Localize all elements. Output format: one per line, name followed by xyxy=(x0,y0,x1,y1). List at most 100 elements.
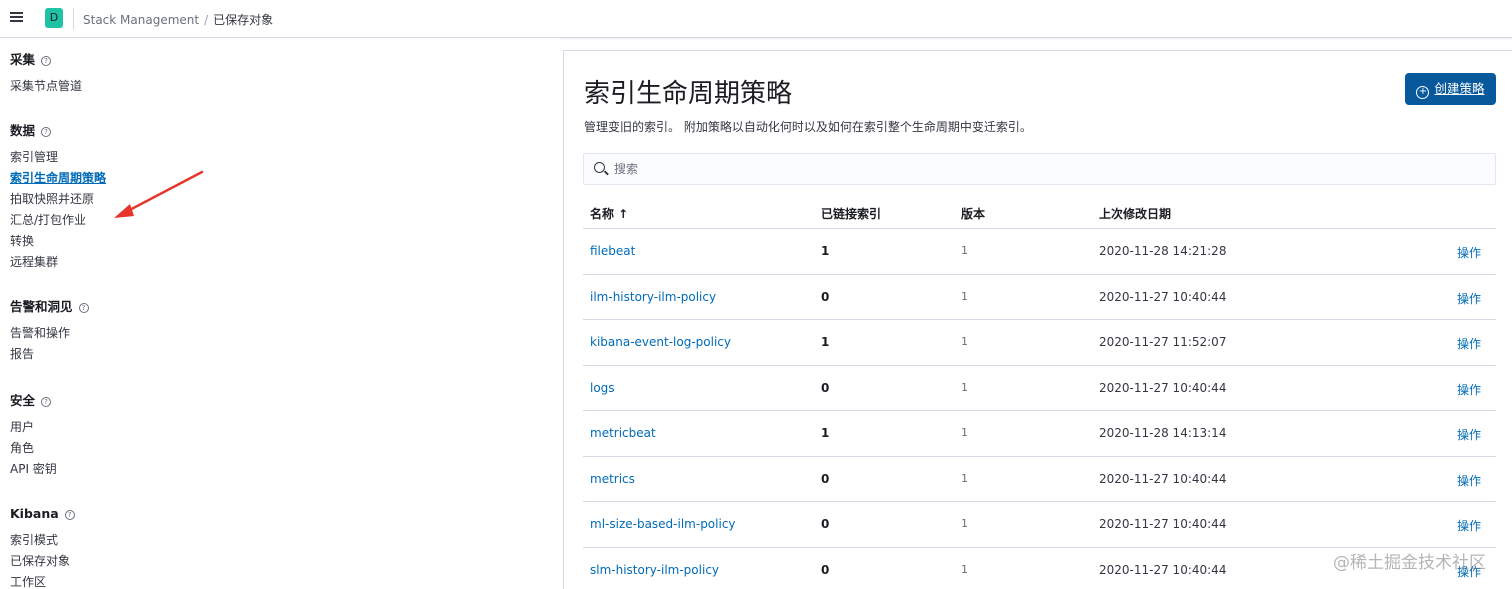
policy-name-link[interactable]: metrics xyxy=(590,472,635,486)
create-policy-button[interactable]: + 创建策略 xyxy=(1405,73,1496,105)
modified-date: 2020-11-27 10:40:44 xyxy=(1099,471,1227,486)
help-icon[interactable]: ? xyxy=(41,397,52,407)
breadcrumb-stack-management[interactable]: Stack Management xyxy=(83,13,199,27)
modified-date: 2020-11-28 14:21:28 xyxy=(1099,244,1227,258)
sidebar-item-index-management[interactable]: 索引管理 xyxy=(10,147,106,168)
nav-group-title: Kibana? xyxy=(10,504,75,524)
main-panel: 索引生命周期策略 管理变旧的索引。 附加策略以自动化何时以及如何在索引整个生命周… xyxy=(563,50,1512,589)
modified-date: 2020-11-27 10:40:44 xyxy=(1099,289,1227,304)
policy-name-link[interactable]: ml-size-based-ilm-policy xyxy=(590,517,736,531)
nav-group-data: 数据? 索引管理 索引生命周期策略 拍取快照并还原 汇总/打包作业 转换 远程集… xyxy=(10,121,106,273)
policy-name-link[interactable]: logs xyxy=(590,381,615,395)
help-icon[interactable]: ? xyxy=(41,56,52,66)
help-icon[interactable]: ? xyxy=(41,127,52,137)
table-row: ml-size-based-ilm-policy 0 1 2020-11-27 10:… xyxy=(583,502,1496,548)
actions-button[interactable]: 操作 xyxy=(1457,472,1481,489)
sidebar-item-reporting[interactable]: 报告 xyxy=(10,344,89,365)
nav-group-alerts: 告警和洞见? 告警和操作 报告 xyxy=(10,297,89,365)
policy-name-link[interactable]: ilm-history-ilm-policy xyxy=(590,290,716,304)
sidebar-item-alerts-actions[interactable]: 告警和操作 xyxy=(10,323,89,344)
plus-circle-icon: + xyxy=(1416,86,1430,99)
top-header: D Stack Management / 已保存对象 xyxy=(0,0,1512,38)
table-header: 名称 ↑ 已链接索引 版本 上次修改日期 xyxy=(583,199,1496,229)
side-nav: 采集? 采集节点管道 数据? 索引管理 索引生命周期策略 拍取快照并还原 汇总/… xyxy=(0,38,560,589)
breadcrumb-separator: / xyxy=(204,13,209,27)
linked-indices-count: 0 xyxy=(821,471,830,486)
nav-group-title: 数据? xyxy=(10,121,106,141)
actions-button[interactable]: 操作 xyxy=(1457,290,1481,307)
policy-name-link[interactable]: slm-history-ilm-policy xyxy=(590,563,719,577)
linked-indices-count: 0 xyxy=(821,380,830,395)
table-row: metrics 0 1 2020-11-27 10:40:44 操作 xyxy=(583,457,1496,502)
sidebar-item-ilm-policies[interactable]: 索引生命周期策略 xyxy=(10,168,106,189)
modified-date: 2020-11-27 10:40:44 xyxy=(1099,380,1227,395)
sidebar-item-spaces[interactable]: 工作区 xyxy=(10,572,75,589)
modified-date: 2020-11-27 10:40:44 xyxy=(1099,517,1227,531)
column-name-header[interactable]: 名称 ↑ xyxy=(590,205,628,222)
nav-group-kibana: Kibana? 索引模式 已保存对象 工作区 xyxy=(10,504,75,589)
breadcrumb-current: 已保存对象 xyxy=(213,13,274,27)
header-divider xyxy=(73,8,74,30)
nav-group-title: 安全? xyxy=(10,391,57,411)
linked-indices-count: 1 xyxy=(821,244,830,258)
sidebar-item-roles[interactable]: 角色 xyxy=(10,438,57,459)
policy-name-link[interactable]: filebeat xyxy=(590,244,635,258)
table-row: filebeat 1 1 2020-11-28 14:21:28 操作 xyxy=(583,229,1496,275)
linked-indices-count: 1 xyxy=(821,426,830,440)
policy-version: 1 xyxy=(961,517,968,530)
annotation-arrow-icon xyxy=(114,170,204,218)
watermark: @稀土掘金技术社区 xyxy=(1333,553,1486,573)
sidebar-item-snapshot-restore[interactable]: 拍取快照并还原 xyxy=(10,189,106,210)
policy-version: 1 xyxy=(961,335,968,348)
help-icon[interactable]: ? xyxy=(64,510,75,520)
policy-version: 1 xyxy=(961,426,968,439)
sidebar-item-saved-objects[interactable]: 已保存对象 xyxy=(10,551,75,572)
table-row: logs 0 1 2020-11-27 10:40:44 操作 xyxy=(583,366,1496,411)
column-version-header[interactable]: 版本 xyxy=(961,205,985,222)
policies-table: 名称 ↑ 已链接索引 版本 上次修改日期 filebeat 1 1 2020-11-2… xyxy=(583,199,1496,589)
policy-name-link[interactable]: kibana-event-log-policy xyxy=(590,335,731,349)
sidebar-item-api-keys[interactable]: API 密钥 xyxy=(10,459,57,480)
sidebar-item-index-patterns[interactable]: 索引模式 xyxy=(10,530,75,551)
actions-button[interactable]: 操作 xyxy=(1457,381,1481,398)
policy-version: 1 xyxy=(961,289,968,303)
linked-indices-count: 0 xyxy=(821,517,830,531)
sidebar-item-rollup-jobs[interactable]: 汇总/打包作业 xyxy=(10,210,106,231)
space-avatar[interactable]: D xyxy=(45,8,63,28)
policy-name-link[interactable]: metricbeat xyxy=(590,426,656,440)
search-box xyxy=(583,153,1496,185)
breadcrumb: Stack Management / 已保存对象 xyxy=(83,11,273,28)
help-icon[interactable]: ? xyxy=(78,303,89,313)
policy-version: 1 xyxy=(961,380,968,394)
linked-indices-count: 0 xyxy=(821,562,830,577)
linked-indices-count: 0 xyxy=(821,289,830,304)
linked-indices-count: 1 xyxy=(821,335,830,349)
sidebar-item-remote-clusters[interactable]: 远程集群 xyxy=(10,252,106,273)
nav-group-security: 安全? 用户 角色 API 密钥 xyxy=(10,391,57,480)
column-modified-date-header[interactable]: 上次修改日期 xyxy=(1099,205,1171,222)
modified-date: 2020-11-27 10:40:44 xyxy=(1099,562,1227,577)
sidebar-item-transforms[interactable]: 转换 xyxy=(10,231,106,252)
nav-group-title: 告警和洞见? xyxy=(10,297,89,317)
search-icon xyxy=(594,162,605,173)
column-linked-indices-header[interactable]: 已链接索引 xyxy=(821,205,881,222)
nav-group-ingest: 采集? 采集节点管道 xyxy=(10,50,82,97)
modified-date: 2020-11-27 11:52:07 xyxy=(1099,335,1227,349)
sidebar-item-users[interactable]: 用户 xyxy=(10,417,57,438)
sidebar-item-ingest-pipelines[interactable]: 采集节点管道 xyxy=(10,76,82,97)
policy-version: 1 xyxy=(961,244,968,257)
table-row: kibana-event-log-policy 1 1 2020-11-27 11:5… xyxy=(583,320,1496,366)
actions-button[interactable]: 操作 xyxy=(1457,517,1481,534)
menu-icon[interactable] xyxy=(9,10,25,26)
actions-button[interactable]: 操作 xyxy=(1457,335,1481,352)
table-row: metricbeat 1 1 2020-11-28 14:13:14 操作 xyxy=(583,411,1496,457)
nav-group-title: 采集? xyxy=(10,50,82,70)
actions-button[interactable]: 操作 xyxy=(1457,426,1481,443)
table-row: ilm-history-ilm-policy 0 1 2020-11-27 10:40… xyxy=(583,275,1496,320)
actions-button[interactable]: 操作 xyxy=(1457,244,1481,261)
page-description: 管理变旧的索引。 附加策略以自动化何时以及如何在索引整个生命周期中变迁索引。 xyxy=(584,120,1032,134)
search-input[interactable] xyxy=(614,154,1474,184)
modified-date: 2020-11-28 14:13:14 xyxy=(1099,426,1227,440)
policy-version: 1 xyxy=(961,471,968,485)
page-title: 索引生命周期策略 xyxy=(584,79,793,109)
